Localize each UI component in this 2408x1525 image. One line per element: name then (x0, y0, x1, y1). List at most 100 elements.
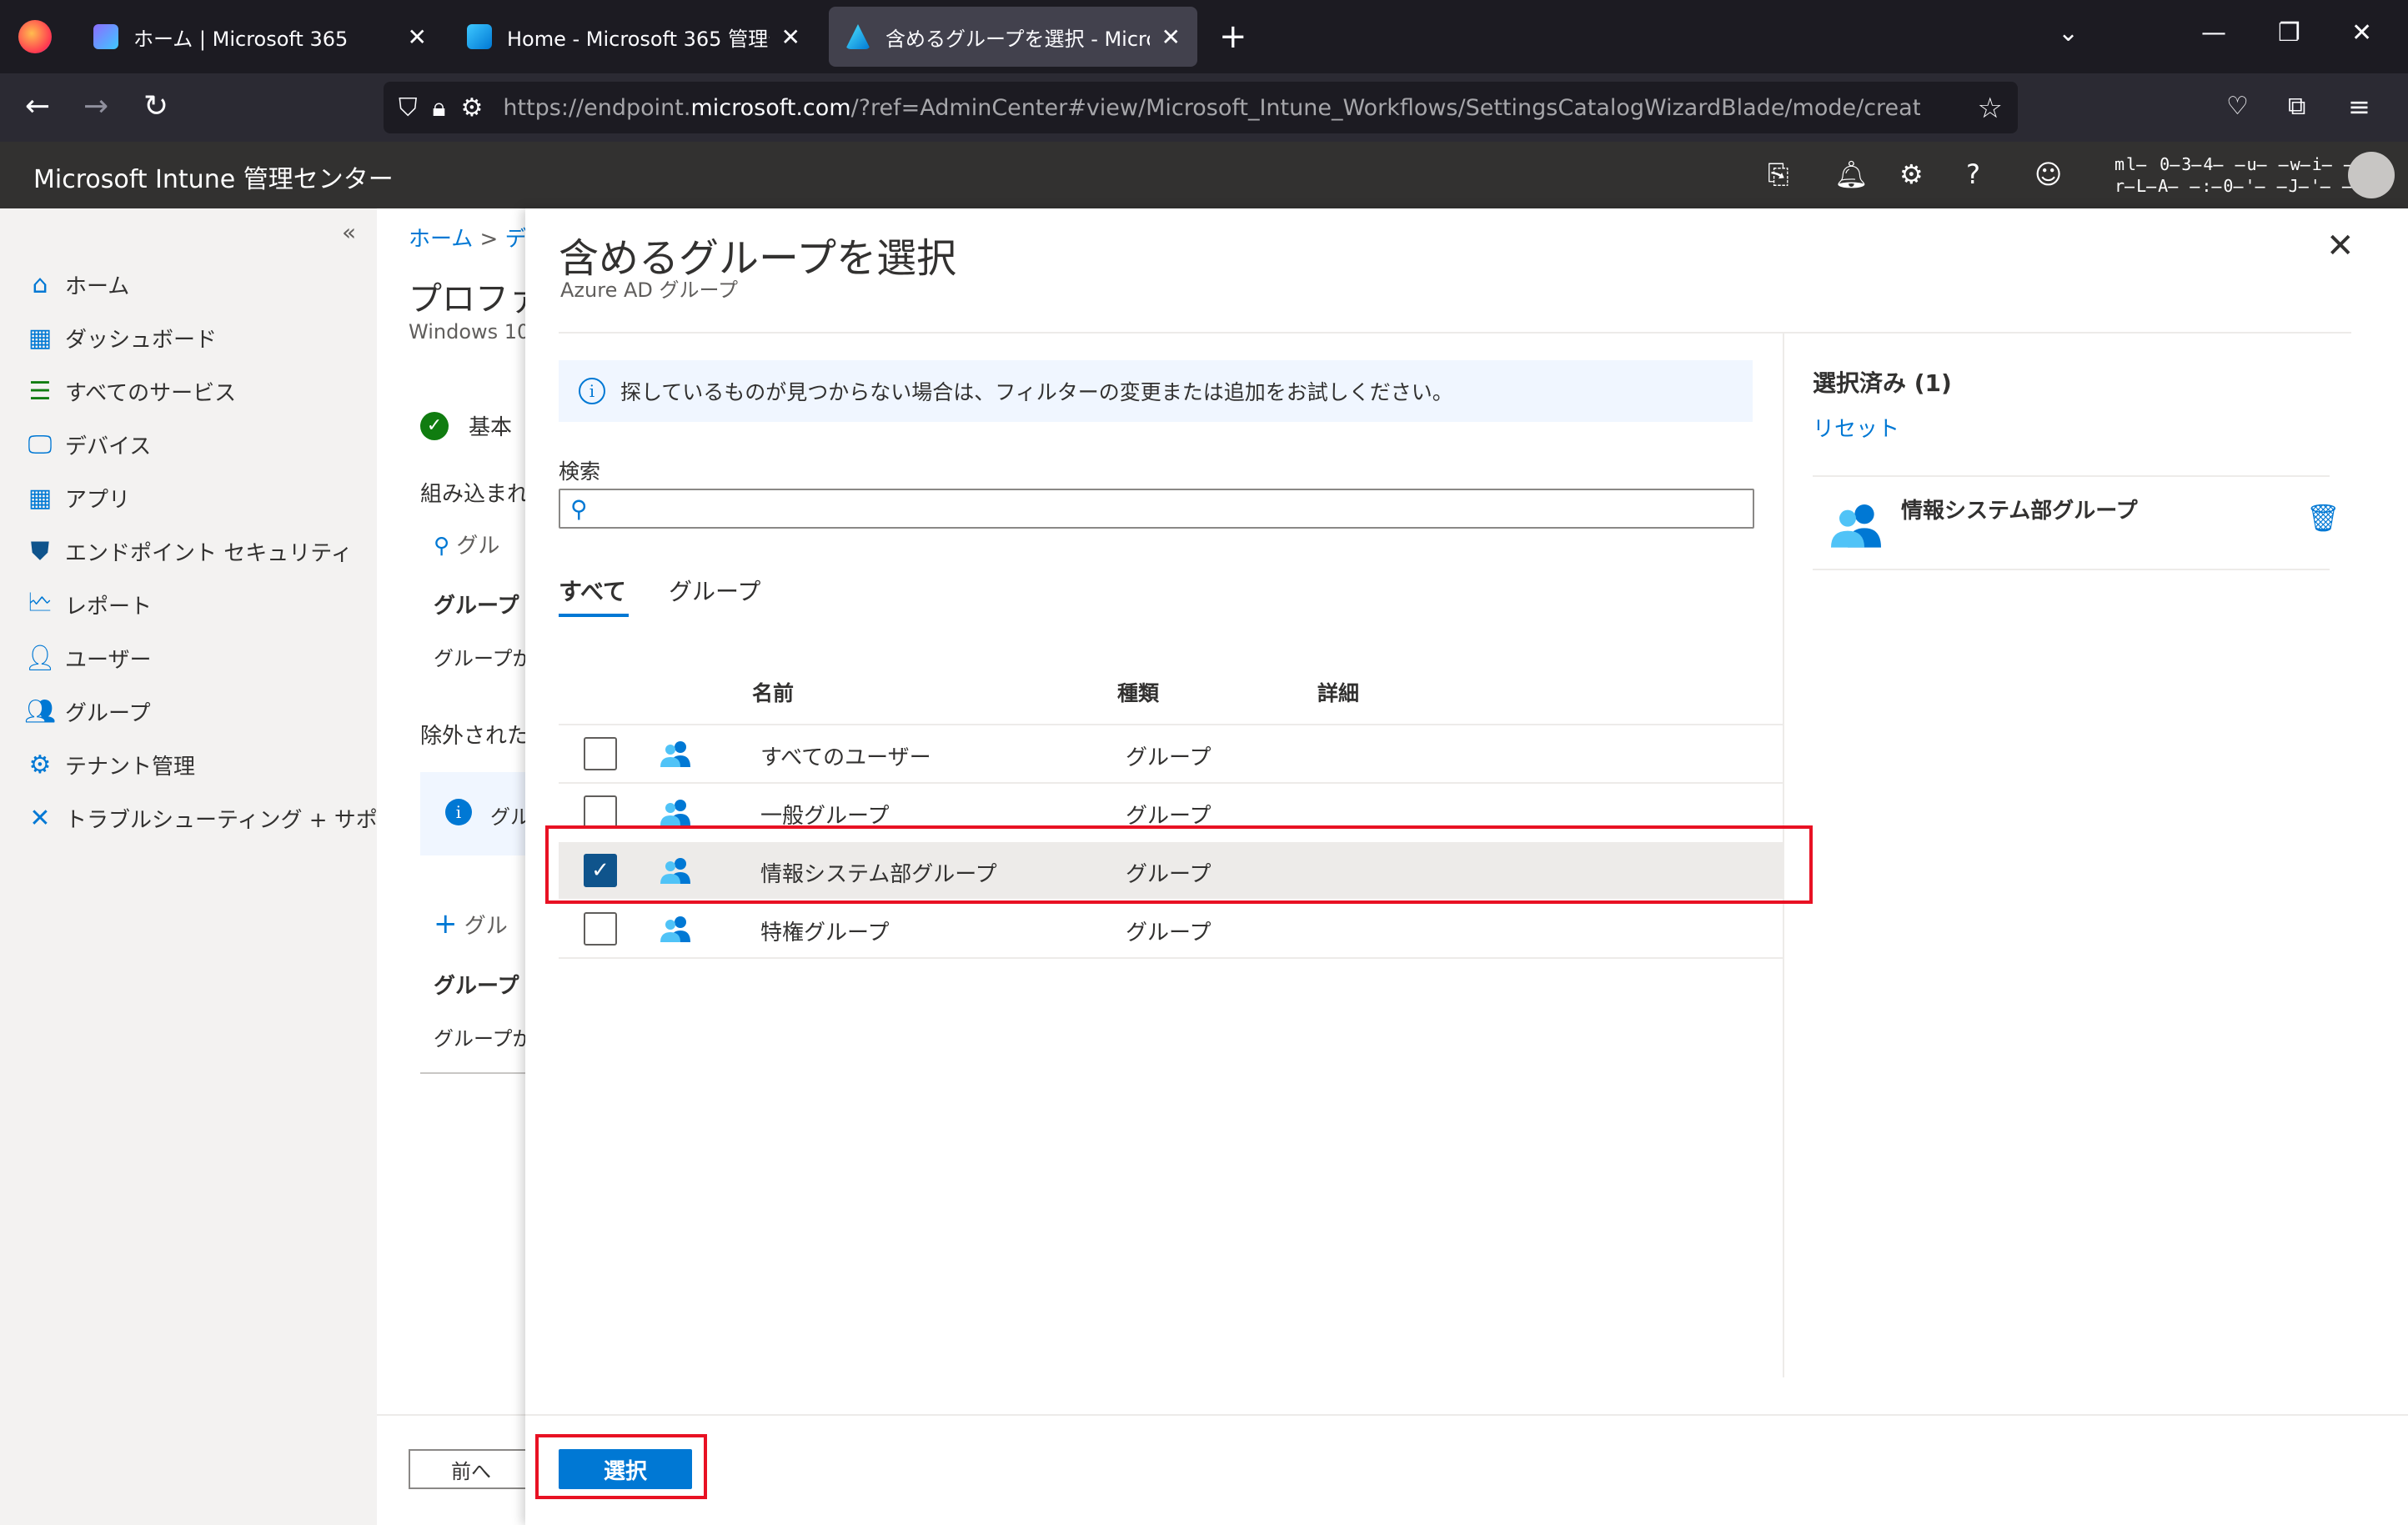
nav-label: グループ (65, 700, 151, 726)
table-row[interactable]: すべてのユーザー グループ (559, 725, 1783, 782)
step-basic[interactable]: ✓ 基本 (420, 410, 512, 441)
tab-microsoft365[interactable]: ホーム | Microsoft 365 ✕ (77, 7, 444, 67)
search-icon: ⚲ (570, 495, 588, 523)
new-tab-button[interactable]: + (1219, 17, 1247, 57)
app-title[interactable]: Microsoft Intune 管理センター (33, 158, 394, 195)
column-header-name[interactable]: 名前 (752, 677, 794, 707)
collapse-nav-icon[interactable]: « (342, 218, 356, 246)
tab-title: Home - Microsoft 365 管理センター (507, 27, 770, 51)
back-icon[interactable]: ← (25, 88, 50, 125)
menu-icon[interactable]: ≡ (2348, 88, 2370, 125)
url-text[interactable]: https://endpoint.microsoft.com/?ref=Admi… (503, 95, 1920, 121)
tab-groups[interactable]: グループ (669, 574, 760, 607)
nav-item-all-services[interactable]: ☰ すべてのサービス (25, 370, 237, 412)
bell-icon[interactable]: 🔔︎ (1834, 158, 1869, 190)
trash-icon[interactable]: 🗑︎ (2306, 502, 2340, 534)
nav-item-troubleshooting[interactable]: ✕ トラブルシューティング + サポート (25, 797, 421, 839)
restore-icon[interactable]: ❐ (2278, 18, 2300, 48)
selected-group-name: 情報システム部グループ (1901, 499, 2138, 524)
gear-icon[interactable]: ⚙ (1899, 158, 1924, 190)
firefox-icon[interactable] (18, 20, 52, 53)
search-input[interactable] (604, 494, 1738, 524)
check-circle-icon: ✓ (420, 411, 449, 440)
report-icon: 🗠︎ (27, 587, 53, 617)
selected-count-heading: 選択済み (1) (1813, 369, 1952, 397)
azure-icon (845, 24, 870, 49)
breadcrumb-home[interactable]: ホーム (409, 227, 473, 252)
lock-icon[interactable]: 🔒︎ (433, 93, 446, 123)
included-groups-heading: 組み込まれ (420, 482, 529, 507)
reset-link[interactable]: リセット (1813, 412, 1899, 443)
group-icon (660, 916, 690, 942)
breadcrumb-separator: > (479, 227, 499, 252)
select-groups-blade: 含めるグループを選択 Azure AD グループ ✕ i 探しているものが見つか… (525, 208, 2408, 1525)
nav-item-home[interactable]: ⌂ ホーム (25, 263, 129, 305)
device-icon: 🖵︎ (28, 429, 53, 459)
dashboard-icon: ▦ (28, 323, 53, 353)
browser-navbar: ← → ↻ ⛉ 🔒︎ ⚙ https://endpoint.microsoft.… (0, 73, 2408, 142)
account-info[interactable]: ml̶ 0̶3̶4̶ ̶u̶ ̶w̶i̶ ̶i̶ r̶L̶A̶ ̶:̶0̶'̶ … (2115, 153, 2377, 197)
column-header-details[interactable]: 詳細 (1317, 677, 1359, 707)
nav-item-devices[interactable]: 🖵︎ デバイス (25, 424, 152, 465)
m365-icon (93, 24, 118, 49)
row-divider (559, 957, 1783, 959)
add-group-link[interactable]: ⚲ グル (434, 529, 499, 559)
tab-select-group[interactable]: 含めるグループを選択 - Microsoft Intune ✕ (829, 7, 1197, 67)
extensions-icon[interactable]: ⧉ (2288, 88, 2305, 125)
tenant-icon: ⚙ (28, 750, 52, 780)
table-row[interactable]: 特権グループ グループ (559, 900, 1783, 957)
nav-label: トラブルシューティング + サポート (65, 807, 421, 833)
breadcrumb-devices[interactable]: デ (505, 227, 527, 252)
nav-item-dashboard[interactable]: ▦ ダッシュボード (25, 317, 217, 359)
nav-item-users[interactable]: 👤︎ ユーザー (24, 637, 152, 679)
shield-icon[interactable]: ⛉ (399, 93, 418, 123)
group-icon (660, 741, 690, 767)
close-window-icon[interactable]: ✕ (2351, 18, 2372, 48)
forward-icon[interactable]: → (83, 88, 108, 125)
group-note-2: グループが (434, 1027, 533, 1051)
nav-item-apps[interactable]: ▦ アプリ (25, 477, 130, 519)
minimize-icon[interactable]: — (2201, 18, 2226, 48)
row-checkbox[interactable] (584, 912, 617, 946)
info-message: 探しているものが見つからない場合は、フィルターの変更または追加をお試しください。 (620, 380, 1453, 404)
tab-admin-center[interactable]: Home - Microsoft 365 管理センター ✕ (450, 7, 817, 67)
reload-icon[interactable]: ↻ (143, 88, 168, 125)
close-icon[interactable]: ✕ (408, 23, 427, 51)
close-icon[interactable]: ✕ (2326, 227, 2355, 265)
feedback-panel-icon[interactable]: ⎘ (1768, 158, 1789, 191)
permissions-icon[interactable]: ⚙ (460, 93, 483, 123)
column-header-type[interactable]: 種類 (1117, 677, 1159, 707)
nav-item-tenant-admin[interactable]: ⚙ テナント管理 (25, 744, 195, 785)
avatar[interactable] (2348, 152, 2395, 198)
search-box[interactable]: ⚲ (559, 489, 1754, 529)
footer-divider (525, 1414, 2408, 1416)
account-tenant: r̶L̶A̶ ̶:̶0̶'̶ ̶J̶'̶ ̶F (2115, 176, 2365, 196)
row-checkbox[interactable] (584, 737, 617, 770)
selected-divider (1813, 569, 2330, 570)
nav-item-groups[interactable]: 👥︎ グループ (23, 690, 151, 732)
list-tabs-icon[interactable]: ⌄ (2058, 18, 2079, 48)
row-checkbox[interactable] (584, 795, 617, 829)
annotation-highlight-button (535, 1434, 707, 1499)
previous-button[interactable]: 前へ (409, 1449, 534, 1489)
step-label: 基本 (469, 415, 513, 440)
pocket-icon[interactable]: ♡ (2226, 88, 2249, 125)
breadcrumb[interactable]: ホーム > デ (409, 222, 527, 253)
nav-label: レポート (65, 594, 153, 620)
tab-all[interactable]: すべて (559, 574, 626, 607)
excluded-groups-heading: 除外された (420, 724, 529, 749)
help-icon[interactable]: ? (1966, 158, 1980, 190)
nav-label: デバイス (65, 434, 152, 459)
bookmark-star-icon[interactable]: ☆ (1978, 92, 2003, 125)
feedback-icon[interactable]: ☺ (2034, 158, 2062, 190)
nav-item-endpoint-security[interactable]: ⛊ エンドポイント セキュリティ (25, 530, 353, 572)
group-column-header-2: グループ (434, 974, 519, 999)
group-icon: 👥︎ (23, 696, 57, 726)
selected-divider (1813, 475, 2330, 477)
add-user-icon: ⚲ (434, 534, 450, 559)
nav-item-reports[interactable]: 🗠︎ レポート (25, 584, 152, 625)
close-icon[interactable]: ✕ (1161, 23, 1181, 51)
add-group-link-2[interactable]: + グル (434, 907, 508, 941)
close-icon[interactable]: ✕ (781, 23, 800, 51)
url-bar[interactable]: ⛉ 🔒︎ ⚙ https://endpoint.microsoft.com/?r… (384, 82, 2018, 133)
